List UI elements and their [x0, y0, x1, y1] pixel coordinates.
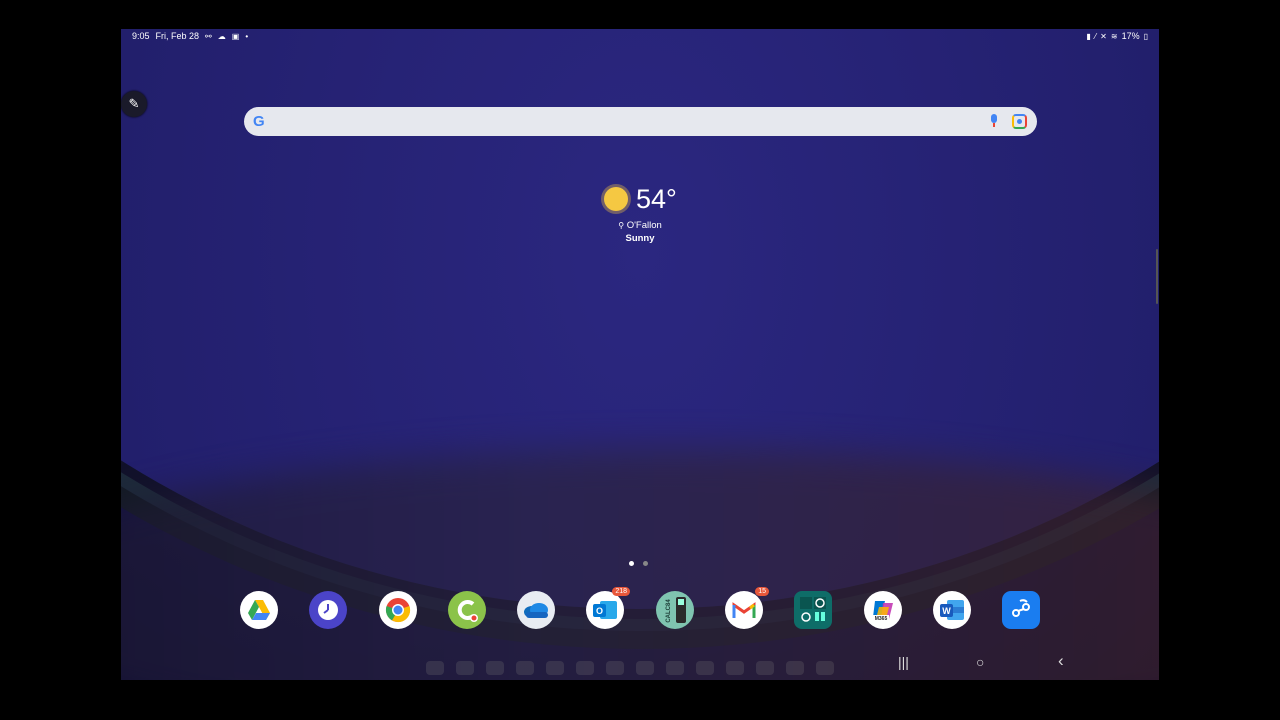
m365-icon: M365 — [873, 601, 893, 622]
weather-temperature: 54° — [636, 184, 677, 214]
dock-app-link[interactable] — [1002, 591, 1040, 629]
battery-icon: ▯ — [1143, 31, 1148, 41]
edit-pencil-button[interactable]: ✎ — [121, 91, 147, 117]
dot-icon: • — [245, 31, 249, 41]
dock-app-onedrive[interactable] — [517, 591, 555, 629]
battery-level: 17% — [1121, 31, 1140, 41]
vibrate-icon: ⁄ — [1094, 31, 1097, 41]
page-dot-1[interactable] — [629, 561, 634, 566]
onedrive-icon — [524, 603, 548, 618]
wifi-icon: ≋ — [1110, 31, 1118, 41]
svg-text:CALC84: CALC84 — [666, 599, 672, 623]
svg-text:O: O — [596, 606, 603, 616]
home-screen: 9:05 Fri, Feb 28 ⚯ ☁ ▣ • ▮ ⁄ ✕ ≋ 17% ▯ ✎… — [121, 29, 1159, 680]
svg-text:M365: M365 — [875, 616, 888, 622]
status-date: Fri, Feb 28 — [155, 31, 200, 41]
link-icon: ⚯ — [205, 31, 212, 41]
outlook-badge: 218 — [612, 587, 630, 596]
dock-app-outlook[interactable]: O 218 — [586, 587, 630, 629]
dock-app-tools[interactable] — [794, 591, 832, 629]
status-time: 9:05 — [132, 31, 150, 41]
page-dot-2[interactable] — [643, 561, 648, 566]
weather-location: ⚲ O'Fallon — [601, 220, 679, 231]
google-drive-icon — [248, 600, 270, 620]
outlook-icon: O — [593, 601, 617, 619]
dock-app-chrome[interactable] — [379, 591, 417, 629]
side-scroll-handle[interactable] — [1156, 249, 1158, 304]
mute-icon: ✕ — [1100, 31, 1107, 41]
chrome-icon — [385, 598, 411, 623]
status-bar: 9:05 Fri, Feb 28 ⚯ ☁ ▣ • ▮ ⁄ ✕ ≋ 17% ▯ — [121, 29, 1159, 43]
weather-condition: Sunny — [625, 233, 655, 244]
calculator-icon: CALC84 — [666, 597, 686, 623]
sun-icon — [604, 187, 628, 211]
location-pin-icon: ⚲ — [618, 221, 625, 230]
dock-app-word[interactable]: W — [933, 591, 971, 629]
dock-app-m365[interactable]: M365 — [864, 591, 902, 629]
navigation-bar: ||| ○ ‹ — [121, 649, 1159, 677]
dock-app-calc84[interactable]: CALC84 — [656, 591, 694, 629]
google-logo-icon: G — [253, 113, 265, 130]
cloud-icon: ☁ — [217, 31, 226, 41]
dock-app-drive[interactable] — [240, 591, 278, 629]
gmail-badge: 15 — [755, 587, 769, 596]
link-app-icon — [1012, 599, 1030, 617]
recents-button[interactable]: ||| — [898, 654, 909, 670]
back-button[interactable]: ‹ — [1058, 651, 1064, 671]
google-search-bar[interactable]: G — [244, 107, 1037, 136]
dock-app-gmail[interactable]: 15 — [725, 587, 769, 629]
c-app-icon — [457, 600, 478, 622]
gmail-icon — [732, 602, 756, 618]
dock-app-c[interactable] — [448, 591, 486, 629]
dock-app-clock[interactable] — [309, 591, 347, 629]
home-button[interactable]: ○ — [976, 654, 984, 670]
word-icon: W — [940, 600, 964, 620]
mic-icon[interactable] — [990, 114, 998, 127]
image-icon: ▣ — [231, 31, 240, 41]
pencil-icon: ✎ — [128, 96, 140, 111]
page-indicator[interactable] — [629, 561, 648, 566]
app-dock: O 218 CALC84 15 M365 W — [240, 587, 1040, 631]
svg-text:W: W — [942, 606, 951, 616]
weather-location-text: O'Fallon — [626, 220, 662, 231]
clock-icon — [318, 600, 338, 620]
tools-icon — [800, 597, 826, 622]
lens-icon[interactable] — [1012, 114, 1027, 129]
battery-saver-icon: ▮ — [1086, 31, 1091, 41]
